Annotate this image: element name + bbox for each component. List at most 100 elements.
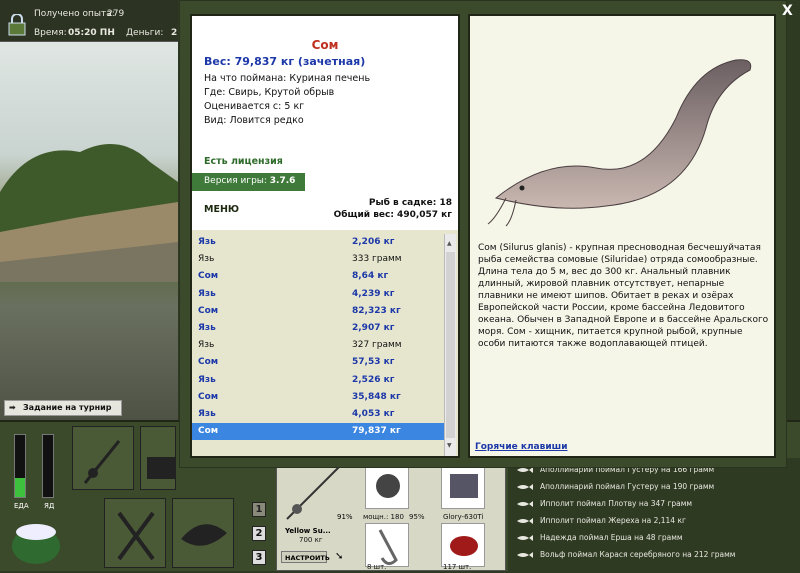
reel-icon — [376, 474, 400, 498]
food-gauge — [14, 434, 26, 498]
scroll-thumb[interactable] — [446, 252, 455, 438]
tackle-box-slot[interactable] — [140, 426, 176, 490]
close-button[interactable]: X — [782, 3, 793, 19]
catch-fish-name: Язь — [198, 237, 216, 247]
catch-row[interactable]: Сом 79,837 кг — [192, 423, 444, 441]
reel-slot[interactable] — [365, 463, 409, 509]
catch-row[interactable]: Сом 82,323 кг — [192, 303, 444, 320]
log-entry: Аполлинарий поймал Густеру на 190 грамм — [508, 479, 800, 496]
menu-button[interactable]: МЕНЮ — [204, 204, 239, 215]
catch-row[interactable]: Язь 4,239 кг — [192, 286, 444, 303]
catch-row[interactable]: Сом 35,848 кг — [192, 389, 444, 406]
xp-value: 279 — [107, 9, 125, 19]
catch-row[interactable]: Язь 327 грамм — [192, 337, 444, 354]
catch-row[interactable]: Сом 57,53 кг — [192, 354, 444, 371]
catch-fish-weight: 327 грамм — [352, 340, 402, 351]
page-2-button[interactable]: 2 — [252, 526, 266, 541]
catch-row[interactable]: Язь 2,907 кг — [192, 320, 444, 337]
rod-icon[interactable] — [283, 463, 343, 523]
rod-test: 700 кг — [299, 536, 323, 544]
catch-info-panel: Сом Вес: 79,837 кг (зачетная) На что пой… — [190, 14, 460, 458]
fishing-scene[interactable] — [0, 42, 178, 420]
catch-fish-name: Сом — [198, 426, 219, 437]
line-spool-icon — [450, 474, 478, 498]
xp-label: Получено опыта: — [34, 9, 115, 19]
keepnet-list: Язь 2,206 кг Язь 333 грамм Сом 8,64 кг Язь 4,23… — [192, 234, 444, 456]
time-value: 05:20 ПН — [68, 28, 115, 38]
catch-fish-weight: 79,837 кг — [352, 426, 401, 437]
fish-place: Где: Свирь, Крутой обрыв — [204, 87, 335, 98]
tournament-task-label: Задание на турнир — [23, 403, 112, 412]
fish-encyclopedia-panel: Сом (Silurus glanis) - крупная пресновод… — [468, 14, 776, 458]
tournament-task-button[interactable]: ➡ Задание на турнир — [4, 400, 122, 416]
bait-count: 117 шт. — [443, 563, 472, 571]
catch-fish-weight: 82,323 кг — [352, 305, 401, 316]
scroll-down-icon[interactable]: ▼ — [447, 442, 452, 449]
keepnet-scrollbar[interactable]: ▲ ▼ — [444, 234, 456, 456]
catch-row[interactable]: Язь 2,206 кг — [192, 234, 444, 251]
rod-name: Yellow Su... — [285, 527, 331, 535]
lock-icon[interactable] — [8, 14, 26, 36]
status-bar: Получено опыта: 279 Время: 05:20 ПН День… — [0, 0, 178, 42]
catch-fish-weight: 4,239 кг — [352, 288, 395, 299]
catch-fish-weight: 2,907 кг — [352, 322, 395, 333]
catch-fish-name: Сом — [198, 305, 219, 316]
pot-icon[interactable] — [8, 514, 64, 566]
log-entry: Надежда поймал Ерша на 48 грамм — [508, 530, 800, 547]
keepnet-count: Рыб в садке: 18 — [368, 198, 452, 208]
hook-slot[interactable] — [365, 523, 409, 567]
reel-condition: 95% — [409, 513, 425, 521]
setup-button[interactable]: НАСТРОИТЬ — [281, 551, 330, 563]
liver-bait-icon — [450, 536, 478, 556]
log-entry-text: Надежда поймал Ерша на 48 грамм — [540, 533, 683, 542]
catch-row[interactable]: Сом 8,64 кг — [192, 268, 444, 285]
catch-row[interactable]: Язь 2,526 кг — [192, 372, 444, 389]
catch-fish-weight: 4,053 кг — [352, 408, 395, 419]
money-label: Деньги: — [126, 28, 164, 38]
log-entry-text: Ипполит поймал Плотву на 347 грамм — [540, 499, 693, 508]
poison-label: ЯД — [44, 502, 55, 510]
money-value: 2 — [171, 28, 178, 38]
hotkeys-link[interactable]: Горячие клавиши — [475, 442, 568, 452]
rods-slot[interactable] — [72, 426, 134, 490]
hook-count: 8 шт. — [367, 563, 387, 571]
keepnet-summary: Рыб в садке: 18 Общий вес: 490,057 кг — [334, 197, 452, 221]
line-name: Glory-630Ti — [443, 513, 484, 521]
catch-fish-name: Язь — [198, 340, 215, 351]
catch-fish-name: Сом — [198, 271, 219, 282]
scroll-up-icon[interactable]: ▲ — [447, 240, 452, 247]
food-label: ЕДА — [14, 502, 29, 510]
log-entry: Вольф поймал Карася серебряного на 212 г… — [508, 547, 800, 564]
log-entry-text: Ипполит поймал Жереха на 2,114 кг — [540, 516, 686, 525]
version-value: 3.7.6 — [269, 176, 296, 186]
page-1-button[interactable]: 1 — [252, 502, 266, 517]
bait-slot[interactable] — [441, 523, 485, 567]
fish-slot[interactable] — [172, 498, 234, 568]
fish-icon — [517, 484, 533, 490]
arrow-right-icon: ➡ — [9, 403, 16, 412]
catch-row[interactable]: Язь 4,053 кг — [192, 406, 444, 423]
fish-weight: Вес: 79,837 кг (зачетная) — [204, 55, 366, 68]
page-3-button[interactable]: 3 — [252, 550, 266, 565]
food-gauge-fill — [15, 478, 25, 497]
log-entry-text: Вольф поймал Карася серебряного на 212 г… — [540, 550, 736, 559]
fish-icon — [517, 535, 533, 541]
arrow-icon: ➘ — [335, 551, 344, 562]
catch-row[interactable]: Язь 333 грамм — [192, 251, 444, 268]
keepnet-total: Общий вес: 490,057 кг — [333, 210, 452, 220]
fish-details: Сом Вес: 79,837 кг (зачетная) На что пой… — [192, 16, 458, 230]
catch-fish-name: Язь — [198, 322, 216, 333]
line-slot[interactable] — [441, 463, 485, 509]
hook-icon — [378, 529, 398, 565]
fish-kind: Вид: Ловится редко — [204, 115, 304, 126]
fish-bait: На что поймана: Куриная печень — [204, 73, 371, 84]
rods-icon — [83, 440, 121, 484]
log-entry: Ипполит поймал Жереха на 2,114 кг — [508, 513, 800, 530]
food-slot[interactable] — [104, 498, 166, 568]
catch-fish-weight: 2,206 кг — [352, 237, 395, 247]
catfish-image — [487, 59, 752, 227]
log-entry: Ипполит поймал Плотву на 347 грамм — [508, 496, 800, 513]
catch-fish-name: Язь — [198, 408, 216, 419]
log-entry-text: Аполлинарий поймал Густеру на 190 грамм — [540, 482, 715, 491]
license-status: Есть лицензия — [204, 156, 283, 167]
